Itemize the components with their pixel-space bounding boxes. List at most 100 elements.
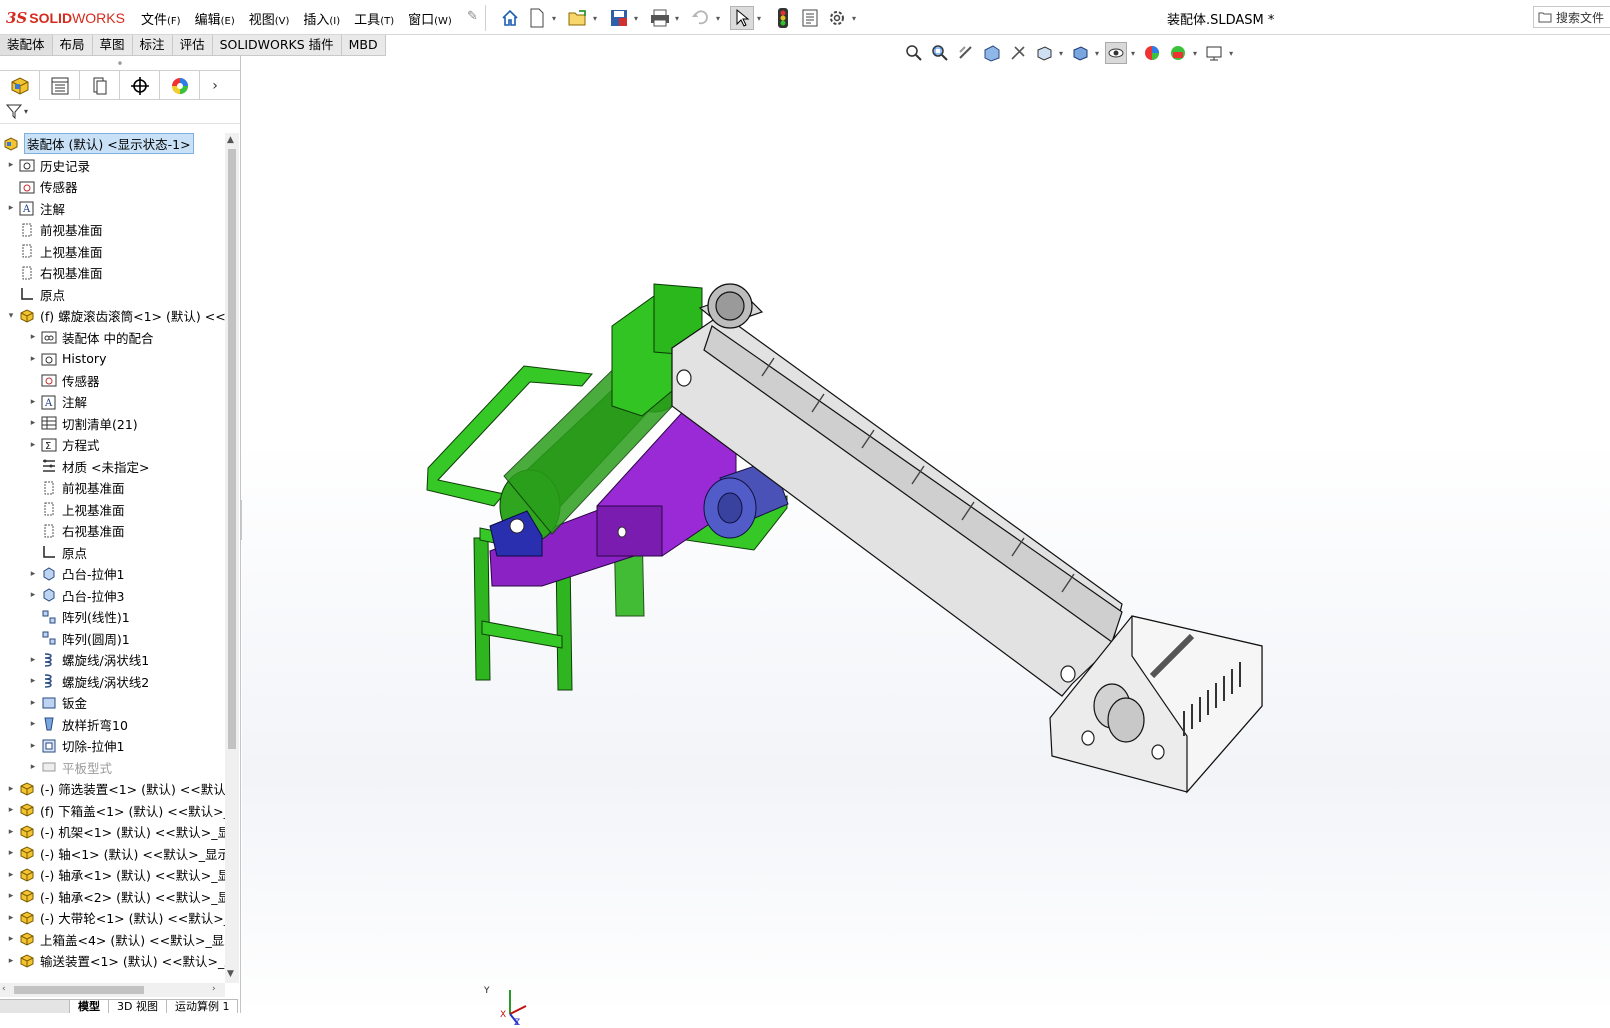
bottom-tab[interactable]: 模型 — [70, 999, 109, 1013]
hide-show-dropdown-icon[interactable]: ▾ — [1131, 49, 1135, 58]
tree-node[interactable]: ▸ 平板型式 — [28, 757, 112, 778]
tree-node[interactable]: ▸ 放样折弯10 — [28, 714, 128, 735]
tree-root-node[interactable]: 装配体 (默认) <显示状态-1> — [2, 133, 194, 154]
tree-node[interactable]: ▸ A 注解 — [6, 198, 65, 219]
tree-expander-icon[interactable]: ▸ — [28, 762, 38, 772]
tree-node[interactable]: 阵列(线性)1 — [28, 606, 130, 627]
tree-node[interactable]: ▸ 上箱盖<4> (默认) <<默认>_显示 — [6, 929, 225, 950]
view-orientation-icon[interactable] — [1033, 42, 1055, 64]
tree-node[interactable]: ▸ 凸台-拉伸3 — [28, 585, 124, 606]
zoom-to-fit-icon[interactable] — [903, 42, 925, 64]
command-tab[interactable]: 装配体 — [0, 35, 53, 56]
tree-node[interactable]: ▸ 钣金 — [28, 692, 87, 713]
tree-expander-icon[interactable]: ▸ — [28, 569, 38, 579]
tree-expander-icon[interactable]: ▸ — [28, 418, 38, 428]
tree-node[interactable]: ▸ (f) 下箱盖<1> (默认) <<默认>_ — [6, 800, 225, 821]
scroll-right-icon[interactable]: › — [212, 984, 216, 994]
tree-expander-icon[interactable]: ▸ — [28, 676, 38, 686]
save-dropdown-icon[interactable]: ▾ — [634, 14, 642, 23]
tree-expander-icon[interactable]: ▾ — [6, 311, 16, 321]
tree-node[interactable]: 阵列(圆周)1 — [28, 628, 130, 649]
command-tab[interactable]: MBD — [341, 35, 386, 56]
displaymanager-tab-icon[interactable] — [160, 71, 200, 100]
tree-node[interactable]: ▸ 历史记录 — [6, 155, 90, 176]
open-icon[interactable] — [566, 6, 590, 30]
view-settings-icon[interactable] — [1203, 42, 1225, 64]
tree-expander-icon[interactable]: ▸ — [28, 741, 38, 751]
scroll-left-icon[interactable]: ‹ — [2, 984, 6, 994]
tree-node[interactable]: ▸ (-) 轴承<2> (默认) <<默认>_显 — [6, 886, 225, 907]
apply-scene-icon[interactable] — [1167, 42, 1189, 64]
tree-expander-icon[interactable]: ▸ — [28, 655, 38, 665]
command-tab[interactable]: 草图 — [92, 35, 133, 56]
command-tab[interactable]: 布局 — [52, 35, 93, 56]
menu-item[interactable]: 文件(F) — [141, 9, 181, 28]
tree-expander-icon[interactable]: ▸ — [6, 203, 16, 213]
featuremanager-tab-icon[interactable] — [0, 71, 40, 100]
select-dropdown-icon[interactable]: ▾ — [757, 14, 765, 23]
tree-expander-icon[interactable]: ▸ — [6, 160, 16, 170]
tree-expander-icon[interactable]: ▸ — [6, 805, 16, 815]
scroll-up-icon[interactable]: ▲ — [227, 135, 234, 145]
menu-item[interactable]: 窗口(W) — [408, 9, 452, 28]
hide-show-icon[interactable] — [1105, 42, 1128, 64]
tree-node[interactable]: ▸ 螺旋线/涡状线2 — [28, 671, 149, 692]
command-tab[interactable]: 标注 — [132, 35, 173, 56]
tree-node[interactable]: ▸ 螺旋线/涡状线1 — [28, 649, 149, 670]
new-icon[interactable] — [525, 6, 549, 30]
tree-horizontal-scrollbar[interactable]: ‹ › — [0, 983, 225, 997]
scroll-thumb[interactable] — [228, 149, 236, 749]
display-style-dropdown-icon[interactable]: ▾ — [1095, 49, 1099, 58]
propertymanager-tab-icon[interactable] — [40, 71, 80, 100]
options-icon[interactable] — [825, 6, 849, 30]
view-orientation-dropdown-icon[interactable]: ▾ — [1059, 49, 1063, 58]
bottom-tab[interactable] — [0, 999, 70, 1013]
tree-node[interactable]: 右视基准面 — [6, 262, 103, 283]
select-icon[interactable] — [730, 6, 754, 30]
rebuild-icon[interactable] — [771, 6, 795, 30]
tree-node[interactable]: 上视基准面 — [28, 499, 125, 520]
home-icon[interactable] — [498, 6, 522, 30]
undo-icon[interactable] — [689, 6, 713, 30]
tree-vertical-scrollbar[interactable]: ▲ ▼ — [225, 133, 239, 983]
zoom-to-area-icon[interactable] — [929, 42, 951, 64]
tree-node[interactable]: 传感器 — [6, 176, 78, 197]
tree-expander-icon[interactable]: ▸ — [6, 784, 16, 794]
tree-node[interactable]: 上视基准面 — [6, 241, 103, 262]
tree-node[interactable]: ▸ (-) 大带轮<1> (默认) <<默认>_ — [6, 907, 225, 928]
command-tab[interactable]: SOLIDWORKS 插件 — [212, 35, 342, 56]
command-tab[interactable]: 评估 — [172, 35, 213, 56]
dynamic-annotation-icon[interactable] — [1007, 42, 1029, 64]
tree-expander-icon[interactable]: ▸ — [28, 332, 38, 342]
tree-node[interactable]: ▸ 切除-拉伸1 — [28, 735, 124, 756]
tree-expander-icon[interactable]: ▸ — [6, 934, 16, 944]
solidworks-logo[interactable]: 3S SOLID WORKS — [6, 7, 125, 29]
more-tabs-chevron-icon[interactable]: › — [200, 71, 230, 100]
undo-dropdown-icon[interactable]: ▾ — [716, 14, 724, 23]
tree-node[interactable]: ▸ 装配体 中的配合 — [28, 327, 154, 348]
tree-node[interactable]: 原点 — [28, 542, 87, 563]
tree-expander-icon[interactable]: ▸ — [6, 956, 16, 966]
tree-expander-icon[interactable]: ▸ — [28, 590, 38, 600]
tree-node[interactable]: ▸ 凸台-拉伸1 — [28, 563, 124, 584]
edit-appearance-icon[interactable] — [1141, 42, 1163, 64]
configurationmanager-tab-icon[interactable] — [80, 71, 120, 100]
menu-item[interactable]: 插入(I) — [303, 9, 340, 28]
tree-node[interactable]: ▸ 切割清单(21) — [28, 413, 138, 434]
new-dropdown-icon[interactable]: ▾ — [552, 14, 560, 23]
view-settings-dropdown-icon[interactable]: ▾ — [1229, 49, 1233, 58]
tree-node[interactable]: ▸ Σ 方程式 — [28, 434, 100, 455]
graphics-area[interactable]: Y X Z — [242, 56, 1610, 1028]
tree-node[interactable]: 前视基准面 — [6, 219, 103, 240]
tree-expander-icon[interactable]: ▸ — [28, 719, 38, 729]
bottom-tab[interactable]: 3D 视图 — [109, 999, 167, 1013]
assembly-model-view[interactable] — [242, 56, 1610, 1013]
print-dropdown-icon[interactable]: ▾ — [675, 14, 683, 23]
hscroll-thumb[interactable] — [14, 986, 144, 994]
tree-node[interactable]: ▸ 输送装置<1> (默认) <<默认>_显 — [6, 950, 225, 971]
display-style-icon[interactable] — [1069, 42, 1091, 64]
menu-item[interactable]: 视图(V) — [249, 9, 290, 28]
tree-node[interactable]: 传感器 — [28, 370, 100, 391]
tree-node[interactable]: ▸ (-) 轴承<1> (默认) <<默认>_显 — [6, 864, 225, 885]
tree-node[interactable]: ▸ (-) 筛选装置<1> (默认) <<默认 — [6, 778, 225, 799]
